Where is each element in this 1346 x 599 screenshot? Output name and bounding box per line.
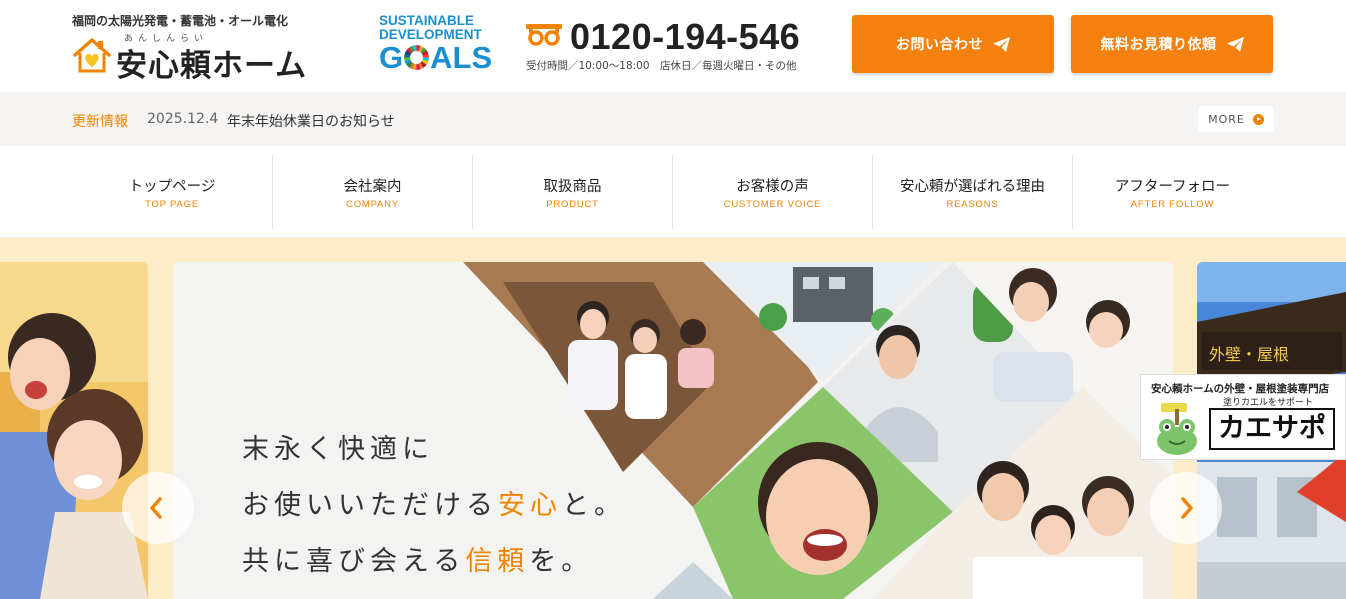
frog-mascot-icon: [1157, 403, 1197, 455]
catchcopy-anshin: 安心: [498, 490, 562, 521]
news-title-link[interactable]: 年末年始休業日のお知らせ: [227, 111, 395, 131]
nav-item-sublabel: REASONS: [946, 199, 999, 210]
estimate-button-label: 無料お見積り依頼: [1100, 37, 1217, 53]
nav-item-label: お客様の声: [736, 179, 809, 195]
nav-item-label: 安心頼が選ばれる理由: [900, 179, 1045, 195]
nav-item-label: トップページ: [128, 179, 216, 195]
freedial-icon: [526, 24, 562, 46]
sdgs-logo: SUSTAINABLE DEVELOPMENT G ALS: [379, 13, 493, 75]
nav-item-product[interactable]: 取扱商品 PRODUCT: [472, 155, 672, 229]
house-heart-icon: [73, 38, 111, 73]
sdgs-goals: G ALS: [379, 40, 493, 75]
phone-number[interactable]: 0120-194-546: [570, 16, 800, 58]
catchcopy-line-3-post: を。: [529, 546, 594, 577]
estimate-button[interactable]: 無料お見積り依頼: [1071, 15, 1273, 73]
nav-item-sublabel: CUSTOMER VOICE: [723, 199, 822, 210]
kaesapo-banner[interactable]: 安心頼ホームの外壁・屋根塗装専門店 塗りカエルをサポート カエサポ: [1140, 374, 1346, 460]
nav-item-after-follow[interactable]: アフターフォロー AFTER FOLLOW: [1072, 155, 1272, 229]
logo-name: 安心頼ホーム: [116, 48, 308, 84]
sdgs-line1: SUSTAINABLE: [379, 13, 475, 28]
catchcopy-line-2-post: と。: [562, 490, 626, 521]
site-logo[interactable]: 福岡の太陽光発電・蓄電池・オール電化 あんしんらい 安心頼ホーム: [72, 12, 362, 84]
paper-plane-icon: [993, 36, 1010, 52]
logo-tagline: 福岡の太陽光発電・蓄電池・オール電化: [72, 14, 289, 28]
nav-item-top[interactable]: トップページ TOP PAGE: [72, 155, 272, 229]
kaesapo-name: カエサポ: [1209, 408, 1335, 450]
catchcopy-line-2-pre: お使いいただける: [242, 490, 498, 521]
sdgs-goals-rest: ALS: [430, 40, 493, 75]
contact-button[interactable]: お問い合わせ: [852, 15, 1054, 73]
nav-item-customer-voice[interactable]: お客様の声 CUSTOMER VOICE: [672, 155, 872, 229]
family-photo: [0, 262, 148, 599]
catchcopy-line-3-pre: 共に喜び会える: [242, 546, 466, 577]
slider-next-button[interactable]: [1150, 472, 1222, 544]
nav-item-sublabel: AFTER FOLLOW: [1130, 199, 1215, 210]
nav-item-sublabel: COMPANY: [346, 199, 399, 210]
nav-item-label: アフターフォロー: [1114, 179, 1231, 195]
nav-item-sublabel: PRODUCT: [546, 199, 599, 210]
hero-slide-current: 末永く快適に お使いいただける安心と。 共に喜び会える信頼を。: [173, 262, 1173, 599]
chevron-left-icon: [150, 497, 162, 519]
news-date: 2025.12.4: [147, 111, 219, 127]
global-nav: トップページ TOP PAGE 会社案内 COMPANY 取扱商品 PRODUC…: [0, 146, 1346, 238]
slider-prev-button[interactable]: [122, 472, 194, 544]
phone-block[interactable]: 0120-194-546 受付時間／10:00〜18:00 店休日／毎週火曜日・…: [526, 16, 826, 76]
sdgs-goals-g: G: [379, 40, 404, 75]
catchcopy-line-3: 共に喜び会える信頼を。: [242, 534, 626, 590]
news-more-button[interactable]: MORE: [1198, 106, 1274, 132]
hero-catchcopy: 末永く快適に お使いいただける安心と。 共に喜び会える信頼を。: [242, 422, 626, 590]
nav-item-label: 会社案内: [343, 179, 402, 195]
svg-text:外壁・屋根: 外壁・屋根: [1209, 345, 1289, 364]
kaesapo-line2: 塗りカエルをサポート: [1223, 398, 1314, 408]
catchcopy-shinrai: 信頼: [465, 546, 530, 577]
kaesapo-line1: 安心頼ホームの外壁・屋根塗装専門店: [1151, 383, 1330, 395]
nav-item-label: 取扱商品: [543, 179, 602, 195]
site-header: 福岡の太陽光発電・蓄電池・オール電化 あんしんらい 安心頼ホーム SUSTAIN…: [0, 0, 1346, 92]
contact-button-label: お問い合わせ: [896, 37, 983, 53]
business-hours: 受付時間／10:00〜18:00 店休日／毎週火曜日・その他: [526, 60, 797, 72]
arrow-circle-icon: [1252, 113, 1264, 125]
nav-item-reasons[interactable]: 安心頼が選ばれる理由 REASONS: [872, 155, 1072, 229]
paper-plane-icon: [1226, 36, 1244, 52]
catchcopy-line-1: 末永く快適に: [242, 434, 434, 465]
nav-item-sublabel: TOP PAGE: [145, 199, 199, 210]
hero-slide-prev: [0, 262, 148, 599]
chevron-right-icon: [1181, 497, 1193, 519]
news-more-label: MORE: [1208, 112, 1245, 126]
news-bar: 更新情報 2025.12.4 年末年始休業日のお知らせ MORE: [0, 92, 1346, 146]
catchcopy-line-2: お使いいただける安心と。: [242, 478, 626, 534]
sdgs-wheel-icon: [404, 45, 430, 70]
nav-item-company[interactable]: 会社案内 COMPANY: [272, 155, 472, 229]
news-label: 更新情報: [72, 114, 128, 130]
